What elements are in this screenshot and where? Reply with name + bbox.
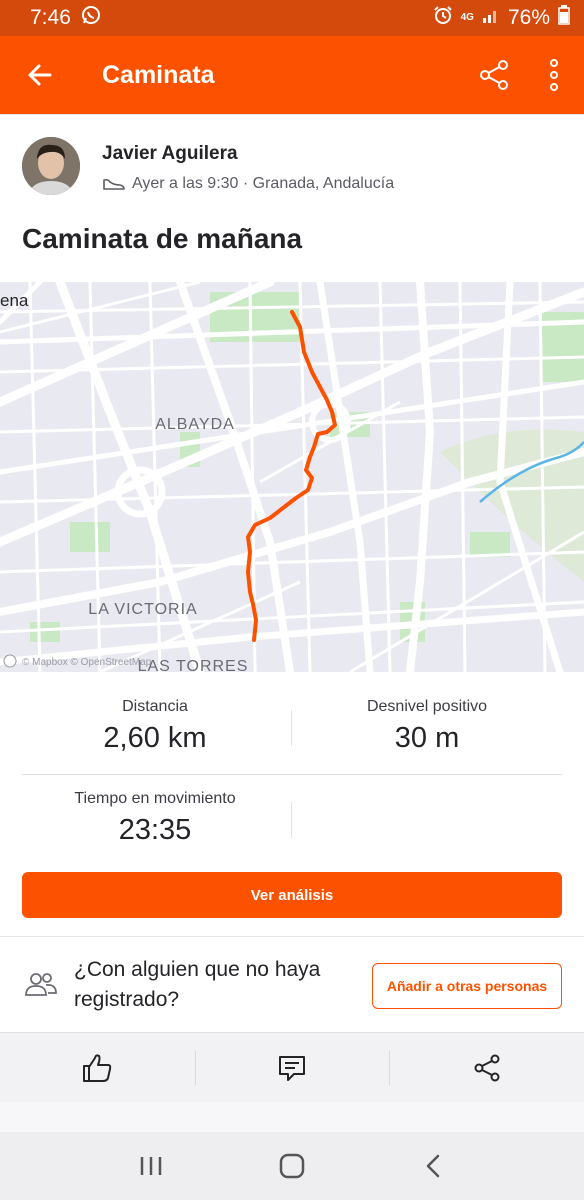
activity-stats: Distancia 2,60 km Desnivel positivo 30 m… xyxy=(0,672,584,932)
comment-icon xyxy=(279,1055,305,1081)
stat-distance: Distancia 2,60 km xyxy=(20,698,290,755)
more-options-button[interactable] xyxy=(524,36,584,114)
network-type: 4G xyxy=(460,12,474,23)
home-icon xyxy=(279,1153,305,1179)
map-label-la-victoria: LA VICTORIA xyxy=(88,601,197,618)
stat-moving-time-label: Tiempo en movimiento xyxy=(74,790,236,807)
more-vertical-icon xyxy=(550,59,558,91)
battery-level: 76% xyxy=(507,6,550,29)
group-prompt-text: ¿Con alguien que no haya registrado? xyxy=(74,958,321,1011)
signal-icon xyxy=(482,6,500,30)
recent-apps-icon xyxy=(140,1157,161,1175)
avatar[interactable] xyxy=(22,137,80,195)
stat-divider xyxy=(291,802,292,838)
stat-elevation: Desnivel positivo 30 m xyxy=(292,698,562,755)
back-button[interactable] xyxy=(0,36,80,114)
stat-row-divider xyxy=(22,774,562,775)
comment-button[interactable] xyxy=(194,1033,390,1102)
people-icon xyxy=(25,973,57,996)
map-label-las-torres: LAS TORRES xyxy=(138,658,249,672)
share-icon xyxy=(480,60,508,90)
page-title: Caminata xyxy=(102,60,215,89)
add-others-button[interactable]: Añadir a otras personas xyxy=(372,963,562,1009)
thumbs-up-icon xyxy=(83,1053,112,1082)
activity-header: Javier Aguilera Ayer a las 9:30 · Granad… xyxy=(0,114,584,282)
arrow-left-icon xyxy=(28,64,52,86)
whatsapp-icon xyxy=(81,5,101,31)
view-analysis-button[interactable]: Ver análisis xyxy=(22,872,562,918)
stat-distance-label: Distancia xyxy=(122,698,188,715)
action-bar xyxy=(0,1032,584,1102)
share-activity-button[interactable] xyxy=(389,1033,584,1102)
group-activity-prompt: ¿Con alguien que no haya registrado? Aña… xyxy=(0,936,584,1032)
athlete-name[interactable]: Javier Aguilera xyxy=(102,143,238,165)
shoe-icon xyxy=(103,178,125,190)
alarm-icon xyxy=(433,5,453,31)
stat-elevation-label: Desnivel positivo xyxy=(366,698,488,715)
stat-moving-time-value: 23:35 xyxy=(118,814,192,846)
stat-distance-value: 2,60 km xyxy=(103,722,207,754)
map-label-edge: ena xyxy=(0,291,29,310)
route-map[interactable]: ALBAYDA LA VICTORIA LAS TORRES ena © Map… xyxy=(0,282,584,672)
status-bar: 7:46 4G 76% xyxy=(0,0,584,36)
activity-title: Caminata de mañana xyxy=(22,223,303,254)
map-label-albayda: ALBAYDA xyxy=(155,416,235,433)
stat-moving-time: Tiempo en movimiento 23:35 xyxy=(20,790,290,847)
kudos-button[interactable] xyxy=(0,1033,195,1102)
share-button[interactable] xyxy=(464,36,524,114)
status-time: 7:46 xyxy=(30,6,71,29)
chevron-left-icon xyxy=(427,1154,440,1178)
recent-apps-button[interactable] xyxy=(121,1136,181,1196)
map-attribution[interactable]: © Mapbox © OpenStreetMap xyxy=(3,654,152,668)
map-attribution-text: © Mapbox © OpenStreetMap xyxy=(22,657,152,668)
share-icon xyxy=(474,1054,500,1081)
back-nav-button[interactable] xyxy=(403,1136,463,1196)
content-bottom-strip xyxy=(0,1102,584,1132)
activity-meta-text: Ayer a las 9:30 · Granada, Andalucía xyxy=(132,175,395,192)
stat-elevation-value: 30 m xyxy=(394,722,460,754)
system-nav-bar xyxy=(0,1132,584,1200)
activity-meta: Ayer a las 9:30 · Granada, Andalucía xyxy=(102,175,394,193)
battery-icon xyxy=(558,5,570,31)
home-button[interactable] xyxy=(262,1136,322,1196)
app-bar: Caminata xyxy=(0,36,584,114)
